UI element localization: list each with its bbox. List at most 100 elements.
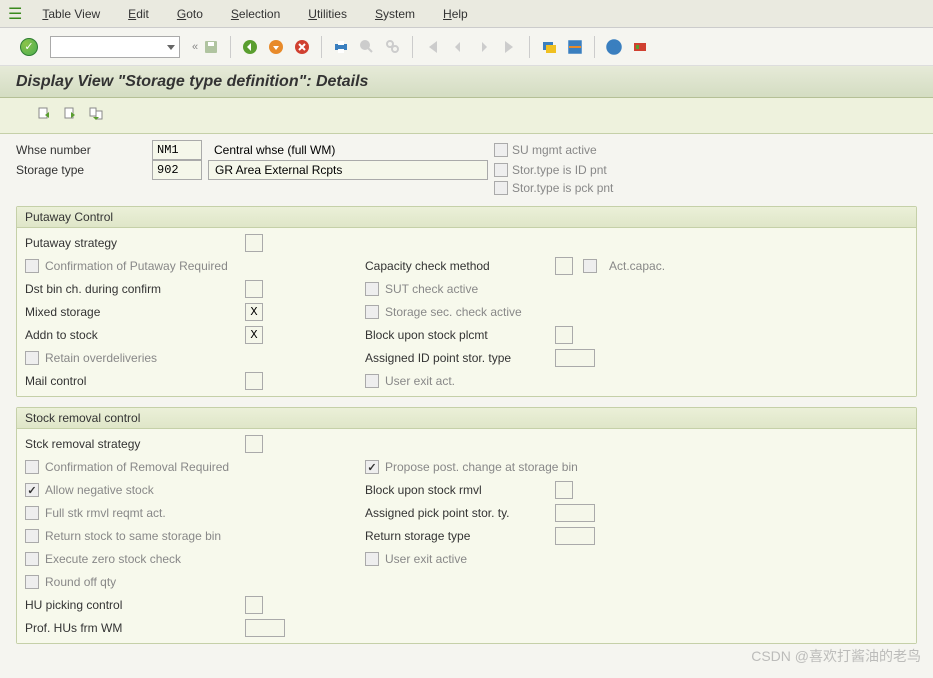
addn-to-stock-field: Addn to stockX <box>25 324 345 346</box>
mail-control-field: Mail control <box>25 370 345 392</box>
hu-picking-input[interactable] <box>245 596 263 614</box>
stck-removal-strategy-input[interactable] <box>245 435 263 453</box>
assigned-pick-point-input[interactable] <box>555 504 595 522</box>
dst-bin-input[interactable] <box>245 280 263 298</box>
menu-system[interactable]: System <box>375 7 415 21</box>
execute-zero-stock-checkbox: Execute zero stock check <box>25 548 345 570</box>
mixed-storage-input[interactable]: X <box>245 303 263 321</box>
capacity-check-input[interactable] <box>555 257 573 275</box>
confirmation-putaway-checkbox: Confirmation of Putaway Required <box>25 255 345 277</box>
capacity-check-field: Capacity check methodAct.capac. <box>365 255 715 277</box>
putaway-control-title: Putaway Control <box>17 207 916 228</box>
putaway-strategy-input[interactable] <box>245 234 263 252</box>
mixed-storage-field: Mixed storageX <box>25 301 345 323</box>
watermark-text: CSDN @喜欢打酱油的老鸟 <box>751 646 921 666</box>
checkbox-icon <box>25 259 39 273</box>
menu-help[interactable]: Help <box>443 7 468 21</box>
checkbox-icon <box>494 143 508 157</box>
user-exit-active-checkbox: User exit active <box>365 548 715 570</box>
menu-goto[interactable]: Goto <box>177 7 203 21</box>
find-next-icon[interactable] <box>382 36 404 58</box>
menu-selection[interactable]: Selection <box>231 7 280 21</box>
act-capac-checkbox <box>583 259 597 273</box>
allow-negative-stock-checkbox: Allow negative stock <box>25 479 345 501</box>
block-upon-rmvl-field: Block upon stock rmvl <box>365 479 715 501</box>
addn-to-stock-input[interactable]: X <box>245 326 263 344</box>
whse-number-value: NM1 <box>152 140 202 160</box>
storage-type-desc: GR Area External Rcpts <box>208 160 488 180</box>
menu-edit[interactable]: Edit <box>128 7 149 21</box>
content-area: Whse number NM1 Central whse (full WM) S… <box>0 134 933 660</box>
checkbox-icon <box>25 460 39 474</box>
menu-bar: ☰ Table View Edit Goto Selection Utiliti… <box>0 0 933 28</box>
storage-sec-check-checkbox: Storage sec. check active <box>365 301 715 323</box>
storage-type-label: Storage type <box>16 161 146 179</box>
enter-icon[interactable]: ✓ <box>20 38 38 56</box>
doc-compare-icon[interactable] <box>88 106 104 125</box>
mail-control-input[interactable] <box>245 372 263 390</box>
assigned-id-point-field: Assigned ID point stor. type <box>365 347 715 369</box>
dst-bin-field: Dst bin ch. during confirm <box>25 278 345 300</box>
doc-nav-prev-icon[interactable] <box>36 106 52 125</box>
putaway-strategy-field: Putaway strategy <box>25 232 345 254</box>
return-storage-type-field: Return storage type <box>365 525 715 547</box>
checkbox-checked-icon <box>25 483 39 497</box>
collapse-icon[interactable]: « <box>192 41 196 53</box>
checkbox-icon <box>25 575 39 589</box>
retain-overdeliveries-checkbox: Retain overdeliveries <box>25 347 345 369</box>
help-icon[interactable]: ? <box>603 36 625 58</box>
checkbox-icon <box>365 552 379 566</box>
checkbox-icon <box>25 351 39 365</box>
action-bar <box>0 98 933 134</box>
layout-icon[interactable] <box>564 36 586 58</box>
checkbox-icon <box>365 282 379 296</box>
storage-type-value: 902 <box>152 160 202 180</box>
view-title: Display View "Storage type definition": … <box>0 66 933 98</box>
new-session-icon[interactable] <box>538 36 560 58</box>
return-storage-type-input[interactable] <box>555 527 595 545</box>
exit-icon[interactable] <box>265 36 287 58</box>
assigned-pick-point-field: Assigned pick point stor. ty. <box>365 502 715 524</box>
checkbox-icon <box>25 506 39 520</box>
print-icon[interactable] <box>330 36 352 58</box>
checkbox-icon <box>365 305 379 319</box>
block-upon-plcmt-field: Block upon stock plcmt <box>365 324 715 346</box>
gui-settings-icon[interactable] <box>629 36 651 58</box>
checkbox-icon <box>494 163 508 177</box>
prof-hus-input[interactable] <box>245 619 285 637</box>
back-icon[interactable] <box>239 36 261 58</box>
menu-table-view[interactable]: Table View <box>42 7 100 21</box>
command-field[interactable] <box>50 36 180 58</box>
stor-type-pck-pnt-checkbox: Stor.type is pck pnt <box>494 180 734 196</box>
checkbox-checked-icon <box>365 460 379 474</box>
stock-removal-group: Stock removal control Stck removal strat… <box>16 407 917 644</box>
block-upon-plcmt-input[interactable] <box>555 326 573 344</box>
next-page-icon[interactable] <box>473 36 495 58</box>
round-off-qty-checkbox: Round off qty <box>25 571 345 593</box>
app-menu-icon[interactable]: ☰ <box>8 4 22 24</box>
stock-removal-title: Stock removal control <box>17 408 916 429</box>
first-page-icon[interactable] <box>421 36 443 58</box>
block-upon-rmvl-input[interactable] <box>555 481 573 499</box>
hu-picking-control-field: HU picking control <box>25 594 345 616</box>
menu-utilities[interactable]: Utilities <box>308 7 347 21</box>
checkbox-icon <box>25 529 39 543</box>
cancel-icon[interactable] <box>291 36 313 58</box>
whse-number-desc: Central whse (full WM) <box>208 140 488 160</box>
prev-page-icon[interactable] <box>447 36 469 58</box>
whse-number-label: Whse number <box>16 141 146 159</box>
propose-post-change-checkbox: Propose post. change at storage bin <box>365 456 715 478</box>
doc-nav-next-icon[interactable] <box>62 106 78 125</box>
find-icon[interactable] <box>356 36 378 58</box>
checkbox-icon <box>25 552 39 566</box>
toolbar: ✓ « ? <box>0 28 933 66</box>
user-exit-act-checkbox: User exit act. <box>365 370 715 392</box>
last-page-icon[interactable] <box>499 36 521 58</box>
full-stk-rmvl-checkbox: Full stk rmvl reqmt act. <box>25 502 345 524</box>
checkbox-icon <box>365 374 379 388</box>
save-icon[interactable] <box>200 36 222 58</box>
su-mgmt-checkbox: SU mgmt active <box>494 142 734 158</box>
assigned-id-point-input[interactable] <box>555 349 595 367</box>
stor-type-id-pnt-checkbox: Stor.type is ID pnt <box>494 162 734 178</box>
svg-text:?: ? <box>611 43 617 54</box>
